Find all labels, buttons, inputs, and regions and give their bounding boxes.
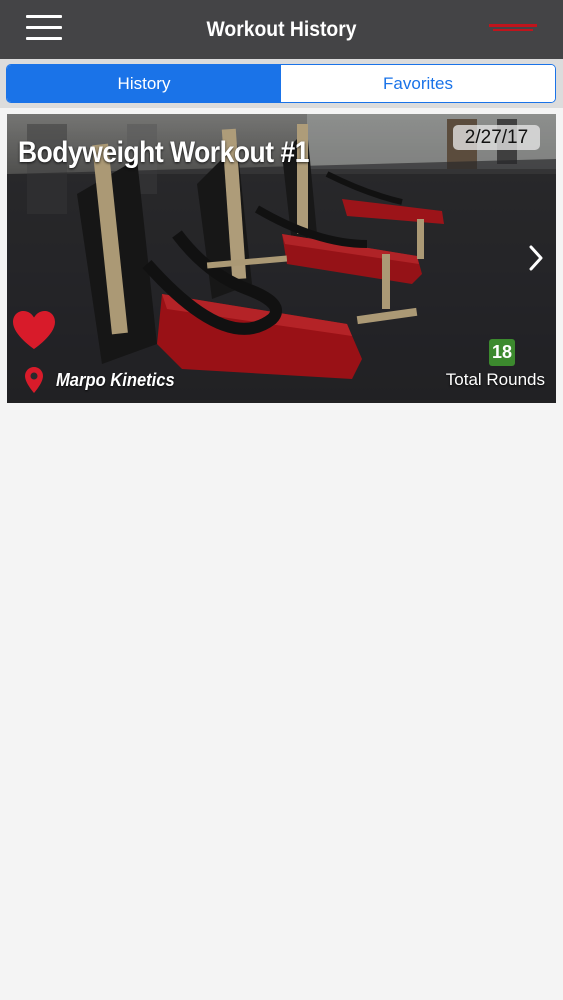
workout-card[interactable]: Bodyweight Workout #1 2/27/17 Marpo Kine… bbox=[7, 114, 556, 403]
brand-logo-icon bbox=[489, 24, 537, 32]
workout-title: Bodyweight Workout #1 bbox=[18, 136, 309, 169]
tab-history[interactable]: History bbox=[7, 65, 281, 102]
total-rounds-badge: 18 bbox=[489, 339, 515, 366]
top-navbar: Workout History bbox=[0, 0, 563, 59]
heart-favorite-icon[interactable] bbox=[11, 310, 57, 350]
tab-bar-container: History Favorites bbox=[0, 59, 563, 108]
tab-favorites[interactable]: Favorites bbox=[281, 65, 555, 102]
total-rounds-label: Total Rounds bbox=[445, 370, 545, 389]
location-name: Marpo Kinetics bbox=[56, 370, 175, 390]
page-title: Workout History bbox=[206, 18, 357, 41]
workout-date-badge: 2/27/17 bbox=[453, 125, 540, 150]
chevron-right-icon[interactable] bbox=[528, 244, 544, 272]
location-pin-icon bbox=[25, 367, 43, 393]
segmented-control: History Favorites bbox=[6, 64, 556, 103]
